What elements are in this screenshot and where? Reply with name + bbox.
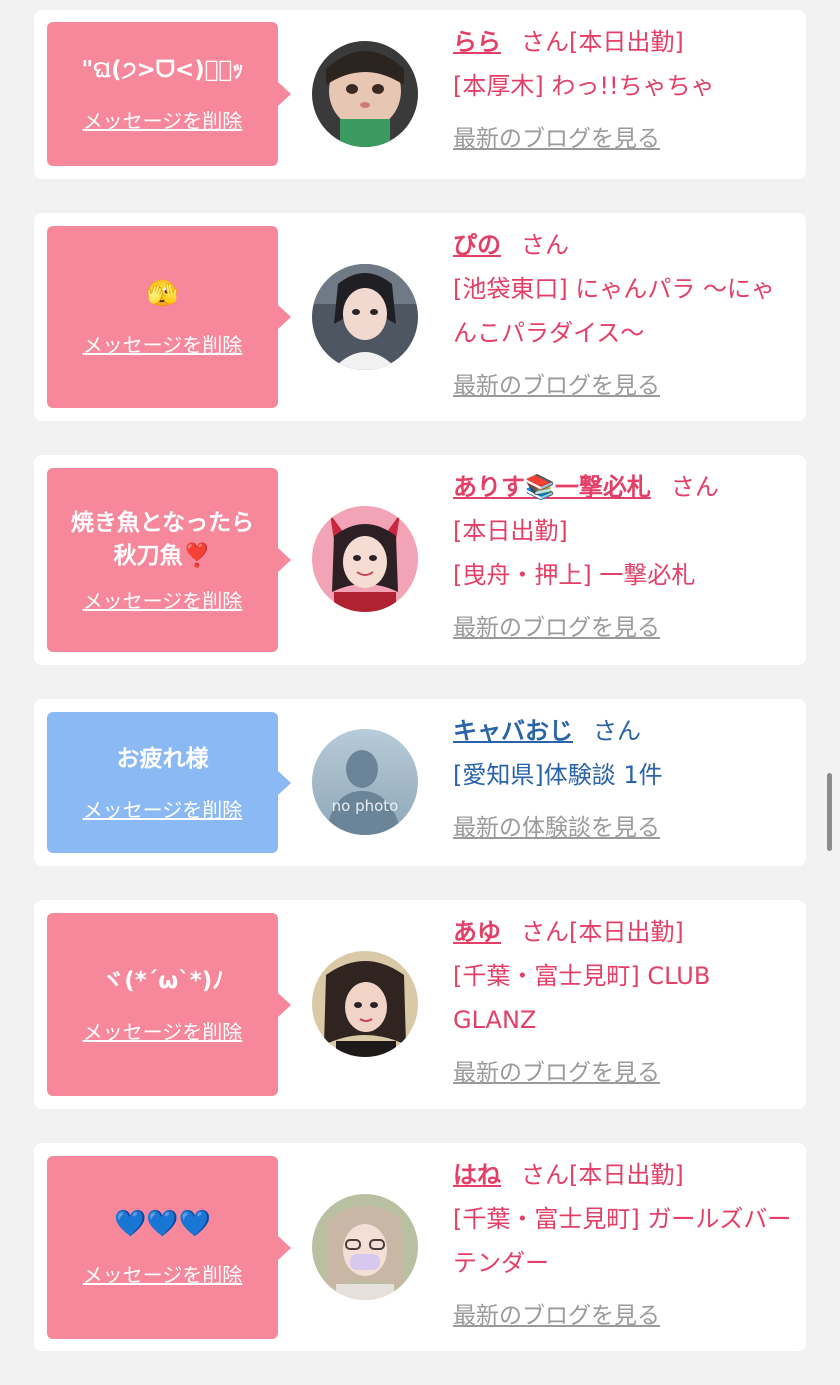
- delete-message-link[interactable]: メッセージを削除: [83, 585, 243, 614]
- avatar-photo-icon: [312, 951, 418, 1057]
- avatar[interactable]: [312, 264, 418, 370]
- delete-message-link[interactable]: メッセージを削除: [83, 105, 243, 134]
- avatar[interactable]: no photo: [312, 729, 418, 835]
- profile-info: ぴの さん [池袋東口] にゃんパラ ～にゃんこパラダイス～ 最新のブログを見る: [453, 223, 792, 407]
- message-bubble: 焼き魚となったら秋刀魚❣️ メッセージを削除: [47, 468, 291, 652]
- message-bubble: 💙💙💙 メッセージを削除: [47, 1156, 291, 1339]
- latest-review-link[interactable]: 最新の体験談を見る: [453, 811, 660, 845]
- avatar-photo-icon: [312, 264, 418, 370]
- honorific: さん: [521, 231, 569, 259]
- scrollbar[interactable]: [827, 773, 832, 851]
- shop-text: [本厚木] わっ!!ちゃちゃ: [453, 72, 715, 100]
- delete-message-link[interactable]: メッセージを削除: [83, 1259, 243, 1288]
- latest-blog-link[interactable]: 最新のブログを見る: [453, 1299, 660, 1333]
- profile-name-link[interactable]: キャバおじ: [453, 717, 573, 745]
- profile-info: ありす📚一撃必札 さん [本日出勤] [曳舟・押上] 一撃必札 最新のブログを見る: [453, 465, 792, 649]
- profile-name-link[interactable]: はね: [453, 1161, 501, 1189]
- profile-info: あゆ さん[本日出勤] [千葉・富士見町] CLUB GLANZ 最新のブログを見…: [453, 910, 792, 1094]
- no-photo-icon: [312, 729, 418, 835]
- status-label: [本日出勤]: [569, 918, 684, 946]
- avatar[interactable]: [312, 951, 418, 1057]
- latest-blog-link[interactable]: 最新のブログを見る: [453, 369, 660, 403]
- latest-blog-link[interactable]: 最新のブログを見る: [453, 611, 660, 645]
- shop-text: [曳舟・押上] 一撃必札: [453, 561, 696, 589]
- delete-message-link[interactable]: メッセージを削除: [83, 794, 243, 823]
- message-bubble: 🫣 メッセージを削除: [47, 226, 291, 408]
- message-bubble: お疲れ様 メッセージを削除: [47, 712, 291, 853]
- avatar-photo-icon: [312, 1194, 418, 1300]
- message-text: 焼き魚となったら秋刀魚❣️: [70, 509, 255, 569]
- no-photo-label: no photo: [331, 797, 399, 815]
- honorific: さん: [521, 1161, 569, 1189]
- honorific: さん: [670, 473, 719, 501]
- latest-blog-link[interactable]: 最新のブログを見る: [453, 1056, 660, 1090]
- message-text: "ଘ(੭>ᗜ<)੭゙ｯ: [81, 57, 244, 83]
- message-card: お疲れ様 メッセージを削除 no photo キャバおじ さん [愛知県]体験談…: [34, 699, 806, 866]
- latest-blog-link[interactable]: 最新のブログを見る: [453, 122, 660, 156]
- profile-name-link[interactable]: あゆ: [453, 918, 501, 946]
- message-text: 💙💙💙: [113, 1209, 212, 1239]
- message-list: "ଘ(੭>ᗜ<)੭゙ｯ メッセージを削除 らら さん[本日出勤] [本厚木] わっ…: [34, 10, 806, 1385]
- message-card: 🫣 メッセージを削除 ぴの さん [池袋東口] にゃんパラ ～にゃんこパラダイス～…: [34, 213, 806, 421]
- avatar-photo-icon: [312, 41, 418, 147]
- shop-text: [千葉・富士見町] ガールズバー テンダー: [453, 1205, 792, 1277]
- status-label: [本日出勤]: [453, 517, 568, 545]
- profile-info: キャバおじ さん [愛知県]体験談 1件 最新の体験談を見る: [453, 709, 792, 849]
- profile-info: はね さん[本日出勤] [千葉・富士見町] ガールズバー テンダー 最新のブログを…: [453, 1153, 792, 1337]
- avatar-photo-icon: [312, 506, 418, 612]
- message-text: お疲れ様: [116, 745, 209, 772]
- honorific: さん: [593, 717, 641, 745]
- delete-message-link[interactable]: メッセージを削除: [83, 329, 243, 358]
- message-card: "ଘ(੭>ᗜ<)੭゙ｯ メッセージを削除 らら さん[本日出勤] [本厚木] わっ…: [34, 10, 806, 179]
- avatar[interactable]: [312, 506, 418, 612]
- message-card: 焼き魚となったら秋刀魚❣️ メッセージを削除 ありす📚一撃必札 さん [本日出勤]…: [34, 455, 806, 665]
- delete-message-link[interactable]: メッセージを削除: [83, 1016, 243, 1045]
- status-label: [本日出勤]: [569, 28, 684, 56]
- message-card: 💙💙💙 メッセージを削除 はね さん[本日出勤] [千葉・富士見町] ガールズバー…: [34, 1143, 806, 1351]
- avatar[interactable]: [312, 1194, 418, 1300]
- avatar[interactable]: [312, 41, 418, 147]
- honorific: さん: [521, 28, 569, 56]
- review-count-text: [愛知県]体験談 1件: [453, 761, 663, 789]
- profile-name-link[interactable]: ありす📚一撃必札: [453, 473, 651, 501]
- shop-text: [千葉・富士見町] CLUB GLANZ: [453, 962, 711, 1034]
- status-label: [本日出勤]: [569, 1161, 684, 1189]
- message-bubble: ヾ(*´ω`*)ﾉ メッセージを削除: [47, 913, 291, 1096]
- message-bubble: "ଘ(੭>ᗜ<)੭゙ｯ メッセージを削除: [47, 22, 291, 166]
- shop-text: [池袋東口] にゃんパラ ～にゃんこパラダイス～: [453, 275, 775, 347]
- message-text: 🫣: [146, 278, 179, 309]
- honorific: さん: [521, 918, 569, 946]
- profile-name-link[interactable]: ぴの: [453, 231, 501, 259]
- profile-info: らら さん[本日出勤] [本厚木] わっ!!ちゃちゃ 最新のブログを見る: [453, 20, 792, 160]
- message-card: ヾ(*´ω`*)ﾉ メッセージを削除 あゆ さん[本日出勤] [千葉・富士見町] …: [34, 900, 806, 1109]
- profile-name-link[interactable]: らら: [453, 28, 501, 56]
- message-text: ヾ(*´ω`*)ﾉ: [101, 967, 224, 994]
